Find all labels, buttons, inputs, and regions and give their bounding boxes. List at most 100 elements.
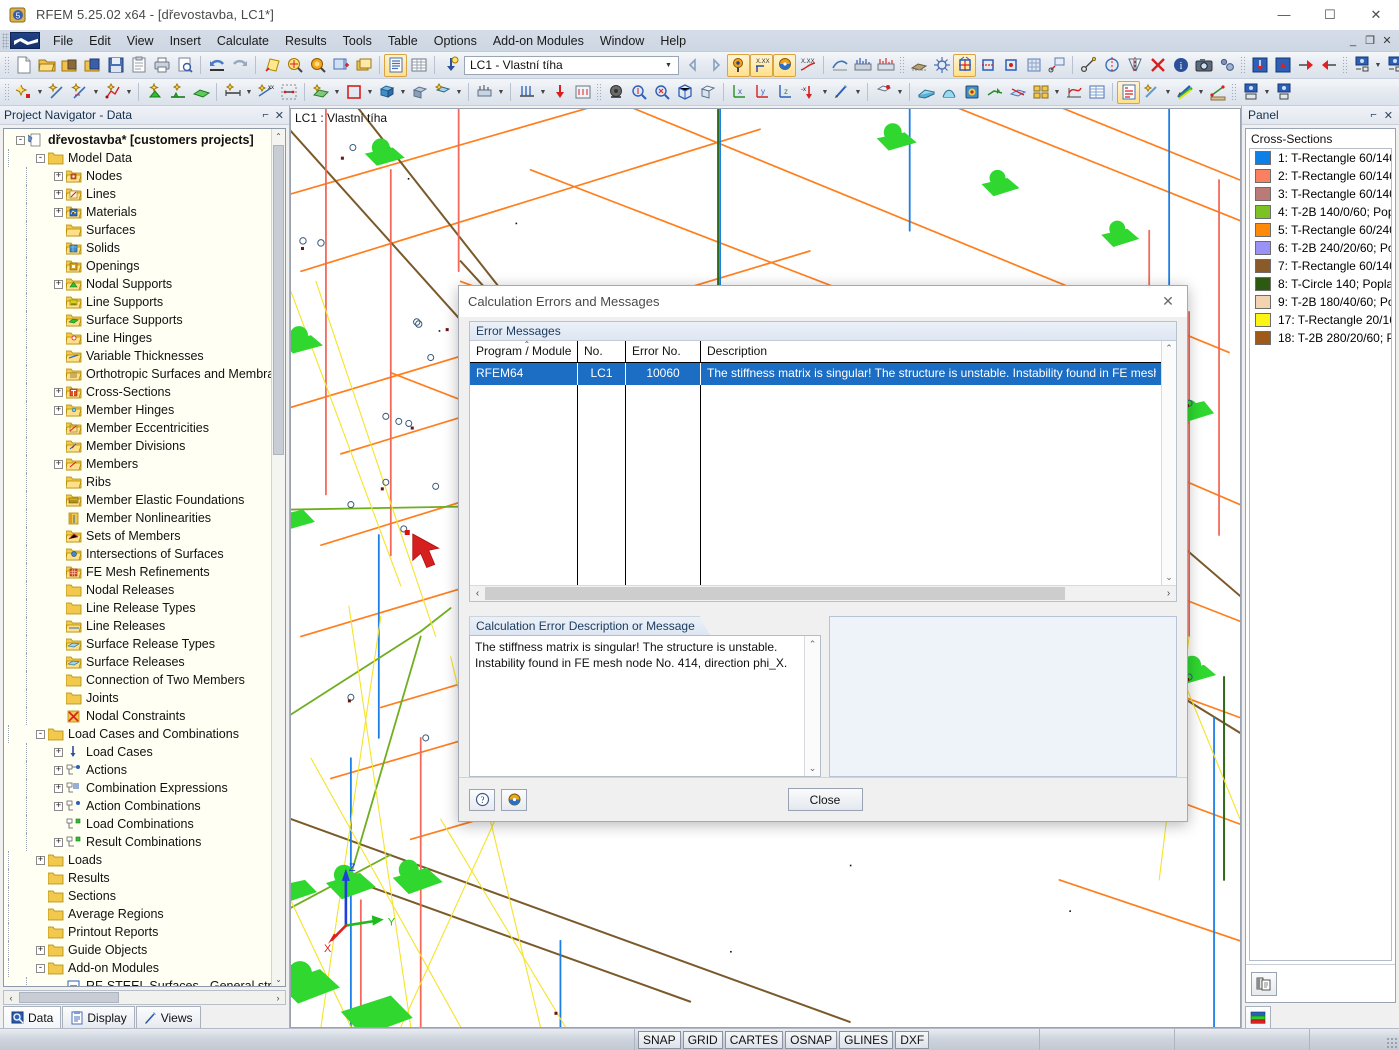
tree-item-openings[interactable]: Openings (6, 257, 285, 275)
mesh-settings-button[interactable] (930, 54, 953, 77)
toggle-dxf[interactable]: DXF (895, 1030, 930, 1049)
results-panels-button[interactable] (1029, 81, 1052, 104)
mdi-restore-button[interactable]: ❐ (1362, 33, 1378, 49)
tree-item-cross-sections[interactable]: + Cross-Sections (6, 383, 285, 401)
new-polyline-dropdown[interactable]: ▼ (124, 81, 134, 104)
menu-item-addon-modules[interactable]: Add-on Modules (485, 31, 592, 51)
cross-section-item[interactable]: 8: T-Circle 140; Poplar a (1250, 275, 1391, 293)
tree-item-lines[interactable]: + Lines (6, 185, 285, 203)
tab-colors[interactable] (1245, 1006, 1271, 1028)
tree-item-line-supports[interactable]: Line Supports (6, 293, 285, 311)
new-member-set-button[interactable] (473, 81, 496, 104)
tree-item-nodal-supports[interactable]: + Nodal Supports (6, 275, 285, 293)
previous-view-button[interactable] (352, 54, 375, 77)
tree-item-loads[interactable]: + Loads (6, 851, 285, 869)
tab-display[interactable]: Display (62, 1006, 135, 1028)
screenshot-button[interactable] (1192, 54, 1215, 77)
toolbar-grip[interactable] (899, 56, 905, 74)
scroll-right-arrow-icon[interactable]: › (271, 993, 285, 1003)
open-file-button[interactable] (35, 54, 58, 77)
copy-colors-button[interactable] (1251, 971, 1277, 996)
table-row[interactable]: RFEM64 LC1 10060 The stiffness matrix is si… (470, 363, 1161, 385)
tree-item-members[interactable]: + Members (6, 455, 285, 473)
tree-item-rf-steel-surfaces-general-stress[interactable]: RF-STEEL Surfaces - General stress (6, 977, 285, 986)
tree-expand-icon[interactable]: + (54, 279, 63, 289)
tree-item-nodal-releases[interactable]: Nodal Releases (6, 581, 285, 599)
new-nodal-support-button[interactable] (143, 81, 166, 104)
tree-item-nodes[interactable]: + Nodes (6, 167, 285, 185)
tree-item-guide-objects[interactable]: + Guide Objects (6, 941, 285, 959)
view-in-minus-x-button[interactable]: -x (797, 81, 820, 104)
results-surfaces-button[interactable] (914, 81, 937, 104)
line-load-button[interactable] (515, 81, 538, 104)
load-case-icon-button[interactable] (439, 54, 462, 77)
view-button[interactable] (501, 788, 527, 811)
tree-item-average-regions[interactable]: Average Regions (6, 905, 285, 923)
calculate-button[interactable] (604, 81, 627, 104)
tree-item-surfaces[interactable]: Surfaces (6, 221, 285, 239)
scroll-left-arrow-icon[interactable]: ‹ (4, 993, 18, 1003)
open-project-button[interactable] (58, 54, 81, 77)
cross-section-item[interactable]: 1: T-Rectangle 60/140; P (1250, 149, 1391, 167)
tree-item-member-divisions[interactable]: Member Divisions (6, 437, 285, 455)
menu-item-results[interactable]: Results (277, 31, 335, 51)
menu-item-help[interactable]: Help (652, 31, 694, 51)
navigator-tree[interactable]: - dřevostavba* [customers projects] - Model… (3, 128, 286, 987)
menu-item-calculate[interactable]: Calculate (209, 31, 277, 51)
save-all-button[interactable] (127, 54, 150, 77)
toolbar-grip[interactable] (4, 83, 10, 101)
tree-item-combination-expressions[interactable]: + Combination Expressions (6, 779, 285, 797)
menubar-grip[interactable] (2, 32, 9, 49)
tree-item-results[interactable]: Results (6, 869, 285, 887)
tree-expand-icon[interactable]: + (54, 459, 63, 469)
print-button[interactable] (150, 54, 173, 77)
view-left-button[interactable] (1294, 54, 1317, 77)
toggle-osnap[interactable]: OSNAP (785, 1030, 838, 1049)
menu-item-view[interactable]: View (119, 31, 162, 51)
tree-item-nodal-constraints[interactable]: Nodal Constraints (6, 707, 285, 725)
tree-item-model-data[interactable]: - Model Data (6, 149, 285, 167)
tree-expand-icon[interactable]: + (54, 783, 63, 793)
fe-mesh-button[interactable] (907, 54, 930, 77)
mirror-button[interactable] (1123, 54, 1146, 77)
tree-expand-icon[interactable]: + (54, 405, 63, 415)
cross-section-item[interactable]: 18: T-2B 280/20/60; Pop (1250, 329, 1391, 347)
tree-item-result-combinations[interactable]: + Result Combinations (6, 833, 285, 851)
view-front-button[interactable] (1248, 54, 1271, 77)
pin-icon[interactable]: ⌐ (1370, 109, 1376, 122)
navigator-horizontal-scrollbar[interactable]: ‹ › (3, 990, 286, 1005)
tree-item-surface-releases[interactable]: Surface Releases (6, 653, 285, 671)
new-member-set-dropdown[interactable]: ▼ (496, 81, 506, 104)
tree-item-load-cases[interactable]: + Load Cases (6, 743, 285, 761)
window-maximize-button[interactable]: ☐ (1307, 0, 1353, 30)
tree-item-d-evostavba-customers-projects[interactable]: - dřevostavba* [customers projects] (6, 131, 285, 149)
view-direction-dropdown[interactable]: ▼ (820, 81, 830, 104)
cross-section-color-swatch[interactable] (1255, 205, 1271, 219)
tree-expand-icon[interactable]: + (54, 801, 63, 811)
printout-report-button[interactable] (1117, 80, 1140, 104)
results-panels-dropdown[interactable]: ▼ (1052, 81, 1062, 104)
cross-section-item[interactable]: 17: T-Rectangle 20/160; (1250, 311, 1391, 329)
show-loads-button[interactable] (727, 53, 750, 77)
member-set-button[interactable] (277, 81, 300, 104)
cross-section-color-swatch[interactable] (1255, 295, 1271, 309)
print-preview-button[interactable] (173, 54, 196, 77)
navigator-vertical-scrollbar[interactable]: ⌃ ⌄ (271, 129, 285, 986)
tab-views[interactable]: Views (135, 1006, 201, 1028)
tree-item-action-combinations[interactable]: + Action Combinations (6, 797, 285, 815)
result-values-button[interactable]: X.XX (796, 54, 819, 77)
undo-button[interactable] (205, 54, 228, 77)
new-surface-button[interactable] (309, 81, 332, 104)
scroll-thumb[interactable] (273, 145, 284, 455)
scroll-up-arrow-icon[interactable]: ⌃ (805, 636, 820, 651)
scroll-down-arrow-icon[interactable]: ⌄ (805, 761, 820, 776)
window-minimize-button[interactable]: — (1261, 0, 1307, 30)
menu-item-window[interactable]: Window (592, 31, 652, 51)
print-section-1-button[interactable] (1350, 54, 1373, 77)
menu-item-tools[interactable]: Tools (335, 31, 380, 51)
column-header-module[interactable]: Program / Module ⌃ (470, 341, 578, 362)
scroll-up-arrow-icon[interactable]: ⌃ (272, 129, 285, 143)
tree-item-materials[interactable]: + Materials (6, 203, 285, 221)
description-vertical-scrollbar[interactable]: ⌃ ⌄ (804, 636, 820, 776)
find-next-button[interactable] (650, 81, 673, 104)
